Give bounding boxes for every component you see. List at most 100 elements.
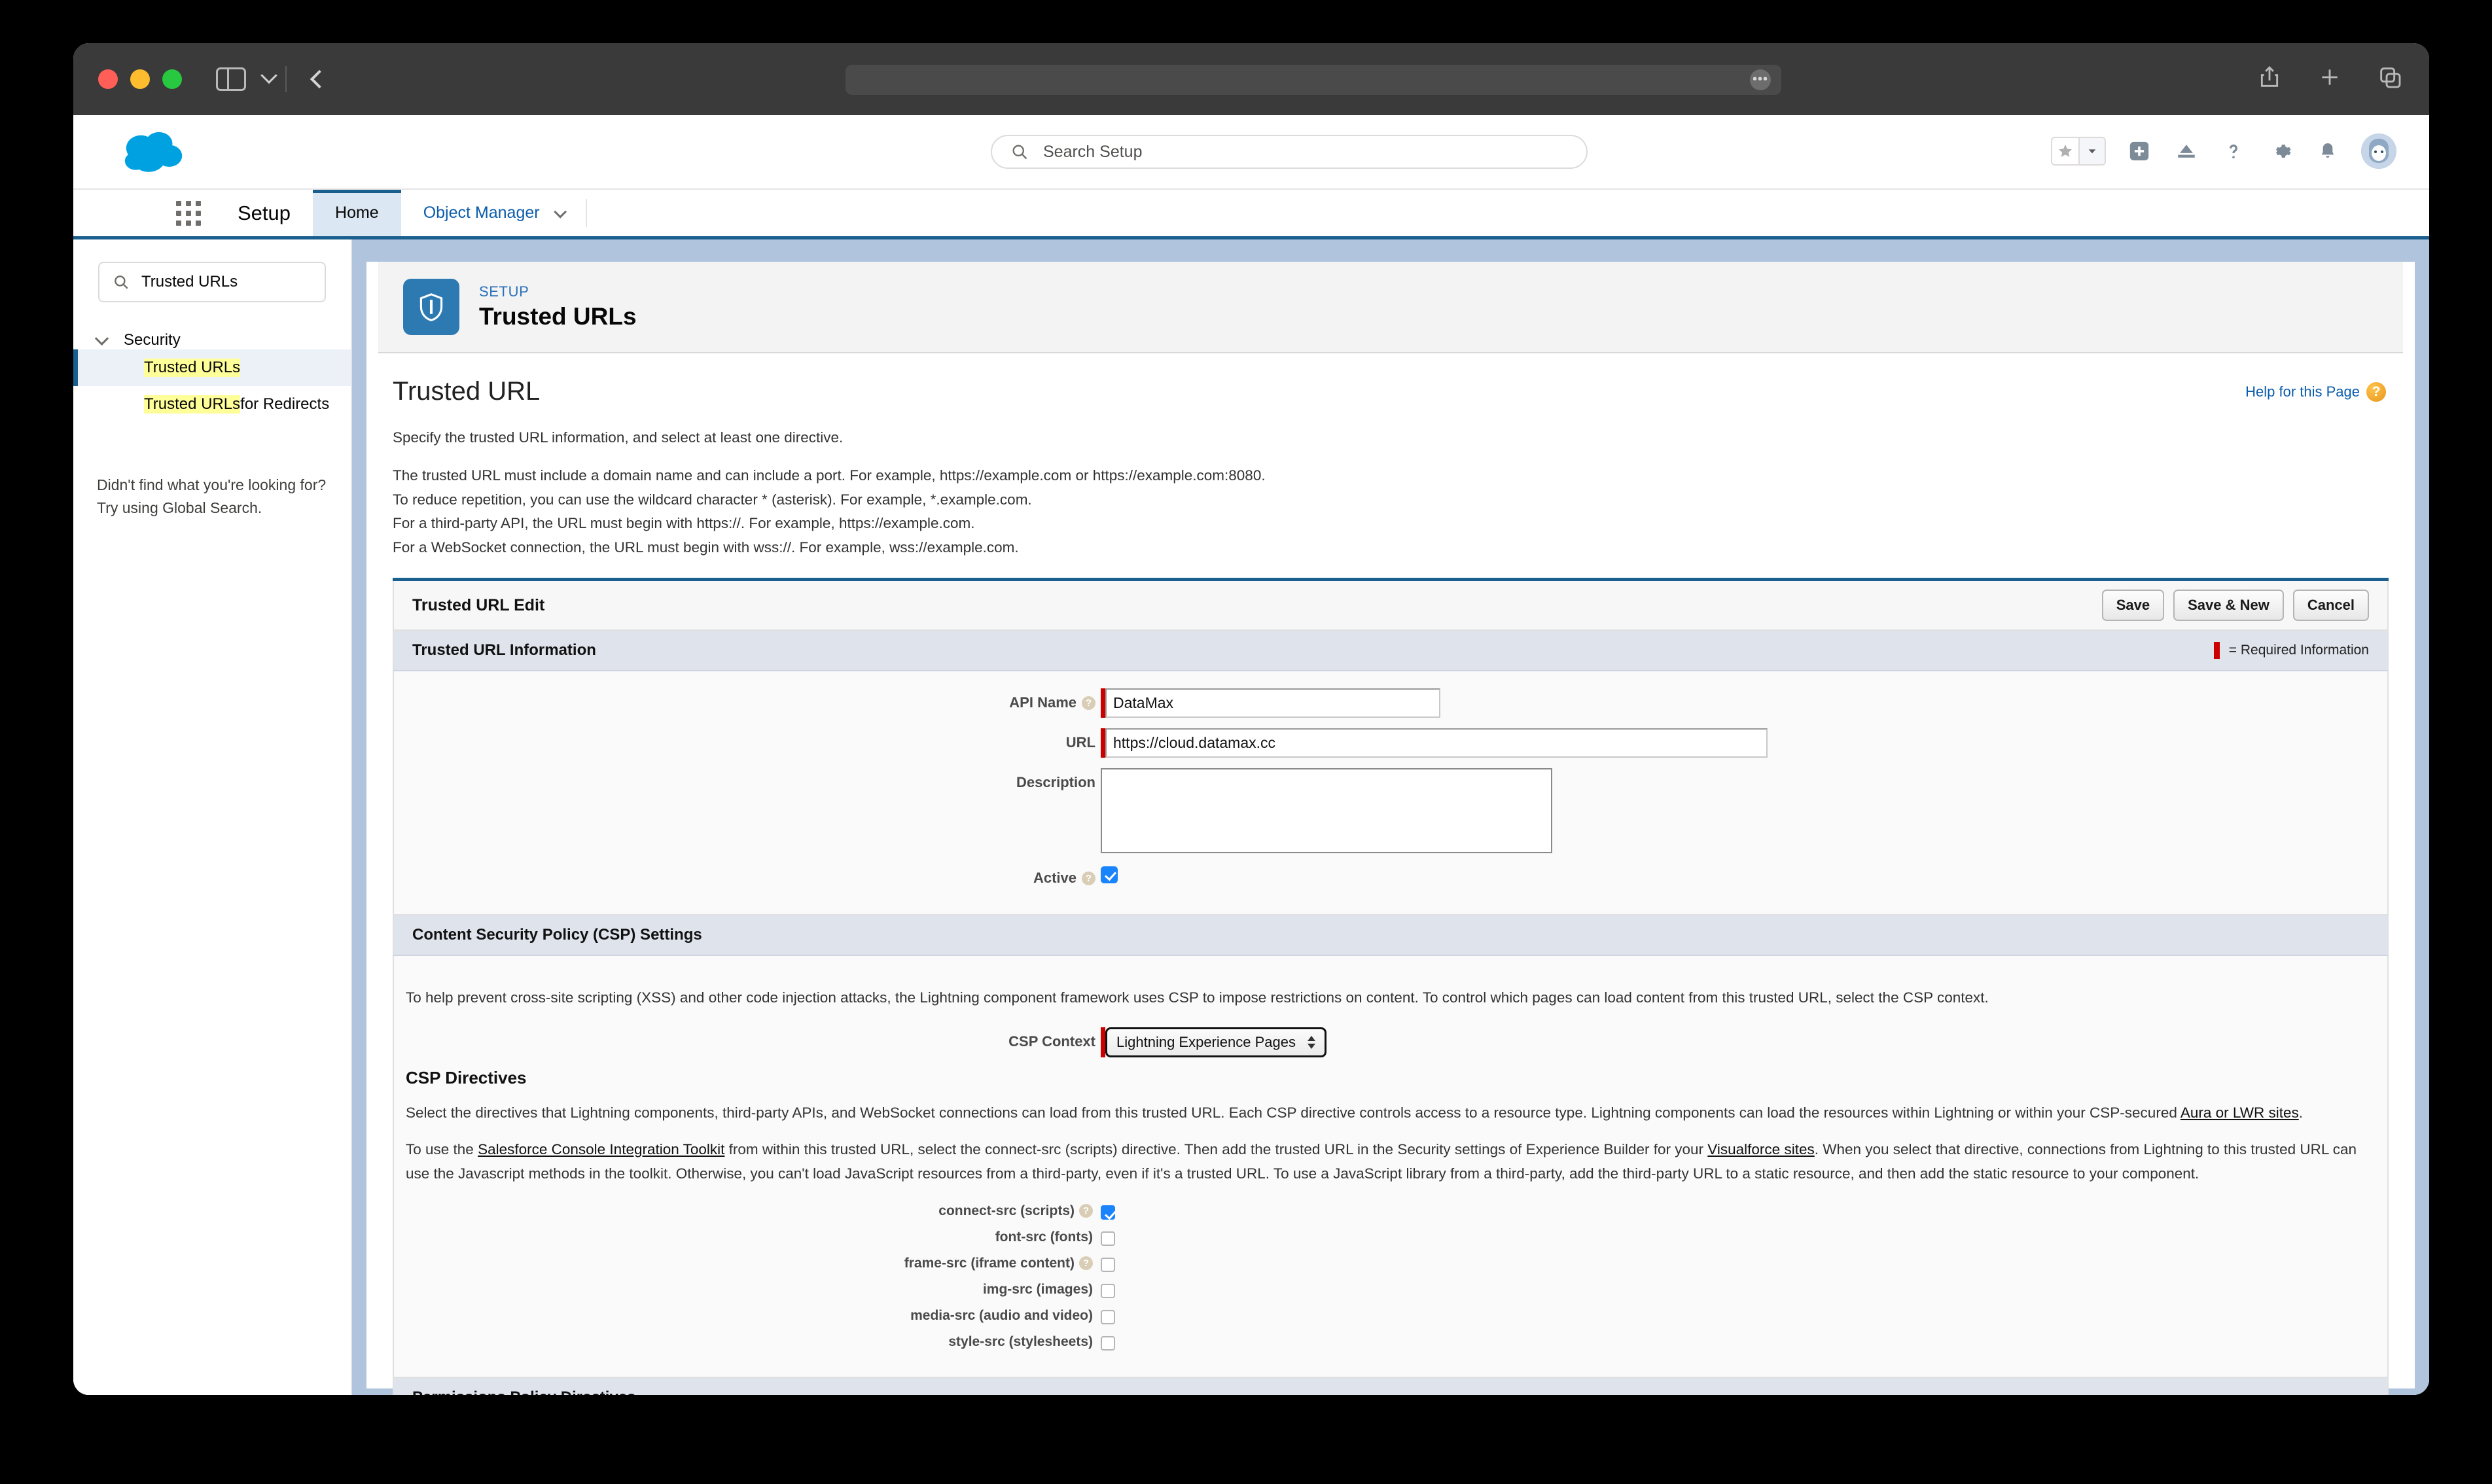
sidebar-note-line-1: Didn't find what you're looking for? bbox=[97, 476, 327, 493]
sidebar-item-label-highlight: Trusted URLs bbox=[144, 395, 241, 414]
app-launcher-icon[interactable] bbox=[162, 190, 215, 236]
rule-line: For a WebSocket connection, the URL must… bbox=[393, 539, 1019, 556]
page-header: SETUP Trusted URLs bbox=[378, 262, 2403, 353]
back-button-icon[interactable] bbox=[310, 69, 329, 89]
form-toolbar: Trusted URL Edit Save Save & New Cancel bbox=[393, 581, 2389, 631]
page-content: Help for this Page ? Trusted URL Specify… bbox=[366, 353, 2415, 1395]
favorites-control[interactable] bbox=[2051, 137, 2106, 166]
directive-checkbox-connect-src[interactable] bbox=[1101, 1205, 1115, 1220]
help-icon[interactable]: ? bbox=[1082, 696, 1095, 710]
traffic-lights bbox=[98, 69, 182, 89]
address-bar[interactable]: ••• bbox=[846, 65, 1781, 95]
chevron-down-icon[interactable] bbox=[260, 67, 277, 84]
page-settings-icon[interactable]: ••• bbox=[1750, 69, 1771, 90]
tab-home-label: Home bbox=[335, 203, 379, 222]
sidebar-item-trusted-urls[interactable]: Trusted URLs bbox=[73, 349, 351, 386]
csp-context-select[interactable]: Lightning Experience Pages bbox=[1105, 1027, 1326, 1057]
help-icon[interactable]: ? bbox=[1082, 871, 1095, 885]
sidebar-help-note: Didn't find what you're looking for? Try… bbox=[97, 474, 327, 519]
setup-sidebar: Trusted URLs Security Trusted URLs Trust… bbox=[73, 239, 352, 1395]
permissions-policy-title: Permissions Policy Directives bbox=[412, 1388, 636, 1395]
notifications-bell-icon[interactable] bbox=[2314, 137, 2341, 165]
form-toolbar-buttons: Save Save & New Cancel bbox=[2101, 590, 2369, 622]
permissions-policy-band: Permissions Policy Directives bbox=[393, 1377, 2389, 1395]
csp-directives-intro: Select the directives that Lightning com… bbox=[394, 1101, 2387, 1125]
csp-context-label: CSP Context bbox=[394, 1027, 1101, 1050]
chevron-down-icon bbox=[94, 331, 109, 345]
tab-object-manager[interactable]: Object Manager bbox=[401, 190, 586, 236]
csp-context-label-text: CSP Context bbox=[1008, 1033, 1095, 1050]
aura-lwr-sites-link[interactable]: Aura or LWR sites bbox=[2180, 1104, 2299, 1121]
save-button-top[interactable]: Save bbox=[2101, 590, 2165, 622]
directive-row-style-src: style-src (stylesheets) bbox=[394, 1334, 2387, 1351]
directive-label-text: img-src (images) bbox=[982, 1281, 1093, 1297]
help-question-icon: ? bbox=[2366, 382, 2386, 402]
favorites-caret-icon[interactable] bbox=[2078, 138, 2105, 164]
sidebar-item-trusted-urls-for-redirects[interactable]: Trusted URLs for Redirects bbox=[73, 386, 351, 423]
console-integration-toolkit-link[interactable]: Salesforce Console Integration Toolkit bbox=[478, 1141, 724, 1157]
active-label: Active ? bbox=[394, 864, 1101, 887]
description-textarea[interactable] bbox=[1101, 768, 1552, 854]
directive-checkbox-media-src[interactable] bbox=[1101, 1309, 1115, 1324]
directive-row-media-src: media-src (audio and video) bbox=[394, 1307, 2387, 1324]
section-heading: Trusted URL bbox=[393, 377, 541, 406]
directive-label-text: connect-src (scripts) bbox=[938, 1203, 1075, 1218]
active-checkbox[interactable] bbox=[1101, 866, 1118, 884]
trusted-url-information-band: Trusted URL Information = Required Infor… bbox=[393, 631, 2389, 672]
new-tab-icon[interactable] bbox=[2317, 63, 2343, 92]
global-header-icons bbox=[2051, 133, 2396, 169]
tab-home[interactable]: Home bbox=[313, 190, 401, 236]
favorites-star-icon[interactable] bbox=[2052, 138, 2078, 164]
field-row-active: Active ? bbox=[394, 864, 2387, 887]
visualforce-sites-link[interactable]: Visualforce sites bbox=[1707, 1141, 1814, 1157]
help-for-this-page-link[interactable]: Help for this Page ? bbox=[2245, 382, 2386, 402]
rule-line: The trusted URL must include a domain na… bbox=[393, 467, 1266, 484]
tab-overview-icon[interactable] bbox=[2377, 63, 2403, 92]
directive-checkbox-style-src[interactable] bbox=[1101, 1335, 1115, 1351]
setup-nav-bar: Setup Home Object Manager bbox=[73, 188, 2429, 239]
share-icon[interactable] bbox=[2256, 63, 2283, 92]
help-icon[interactable] bbox=[2220, 137, 2247, 165]
api-name-input[interactable] bbox=[1105, 688, 1440, 718]
global-actions-icon[interactable] bbox=[2126, 137, 2153, 165]
directive-checkbox-img-src[interactable] bbox=[1101, 1283, 1115, 1298]
setup-gear-icon[interactable] bbox=[2267, 137, 2294, 165]
help-icon[interactable]: ? bbox=[1079, 1204, 1093, 1218]
chevron-down-icon[interactable] bbox=[553, 205, 567, 219]
csp-context-selected-value: Lightning Experience Pages bbox=[1116, 1033, 1296, 1050]
directive-checkbox-frame-src[interactable] bbox=[1101, 1257, 1115, 1272]
help-icon[interactable]: ? bbox=[1079, 1256, 1093, 1271]
field-row-url: URL bbox=[394, 728, 2387, 758]
directive-checkbox-font-src[interactable] bbox=[1101, 1231, 1115, 1246]
save-and-new-button-top[interactable]: Save & New bbox=[2173, 590, 2284, 622]
close-window-button[interactable] bbox=[98, 69, 118, 89]
page-eyebrow: SETUP bbox=[479, 283, 529, 300]
minimize-window-button[interactable] bbox=[130, 69, 150, 89]
directive-label: connect-src (scripts) ? bbox=[394, 1203, 1101, 1219]
sidebar-group-label: Security bbox=[124, 331, 181, 349]
csp-directives-intro-b: . bbox=[2298, 1104, 2304, 1121]
help-link-label: Help for this Page bbox=[2245, 383, 2360, 400]
directive-row-frame-src: frame-src (iframe content) ? bbox=[394, 1255, 2387, 1272]
cancel-button-top[interactable]: Cancel bbox=[2292, 590, 2369, 622]
sidebar-note-line-2: Try using Global Search. bbox=[97, 499, 262, 516]
setup-search-input[interactable]: Search Setup bbox=[991, 135, 1588, 169]
api-name-label-text: API Name bbox=[1009, 694, 1077, 711]
sidebar-toggle-icon[interactable] bbox=[216, 67, 246, 91]
directive-row-font-src: font-src (fonts) bbox=[394, 1229, 2387, 1246]
url-input[interactable] bbox=[1105, 728, 1768, 758]
trailhead-icon[interactable] bbox=[2173, 137, 2200, 165]
sidebar-search-input[interactable]: Trusted URLs bbox=[98, 262, 326, 302]
tab-object-manager-label: Object Manager bbox=[423, 203, 540, 222]
toolbar-divider bbox=[285, 66, 287, 92]
csp-settings-panel: To help prevent cross-site scripting (XS… bbox=[393, 956, 2389, 1378]
directive-label: img-src (images) bbox=[394, 1282, 1101, 1298]
sidebar-group-security[interactable]: Security bbox=[73, 331, 351, 349]
csp-directives-title: CSP Directives bbox=[406, 1067, 527, 1087]
toolkit-text-b: from within this trusted URL, select the… bbox=[724, 1141, 1708, 1158]
maximize-window-button[interactable] bbox=[162, 69, 182, 89]
required-marker-icon bbox=[1101, 688, 1105, 718]
browser-chrome: ••• bbox=[73, 43, 2429, 115]
description-label: Description bbox=[394, 768, 1101, 791]
avatar[interactable] bbox=[2361, 133, 2396, 169]
